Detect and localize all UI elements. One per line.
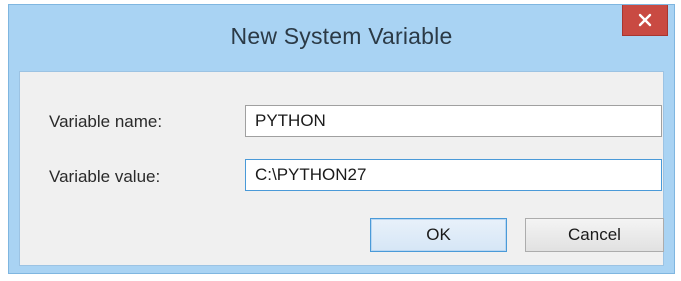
close-icon (638, 13, 652, 27)
ok-button[interactable]: OK (370, 218, 507, 252)
variable-value-input[interactable] (245, 159, 662, 191)
variable-name-label: Variable name: (49, 112, 163, 131)
close-button[interactable] (622, 5, 668, 36)
title-bar[interactable]: New System Variable (9, 5, 674, 71)
cancel-button[interactable]: Cancel (525, 218, 664, 252)
variable-value-label: Variable value: (49, 167, 161, 186)
dialog-title: New System Variable (230, 23, 453, 49)
variable-name-input[interactable] (245, 105, 662, 137)
new-system-variable-dialog: New System Variable Variable name: Varia… (8, 4, 675, 274)
dialog-content: Variable name: Variable value: OK Cancel (19, 71, 664, 266)
